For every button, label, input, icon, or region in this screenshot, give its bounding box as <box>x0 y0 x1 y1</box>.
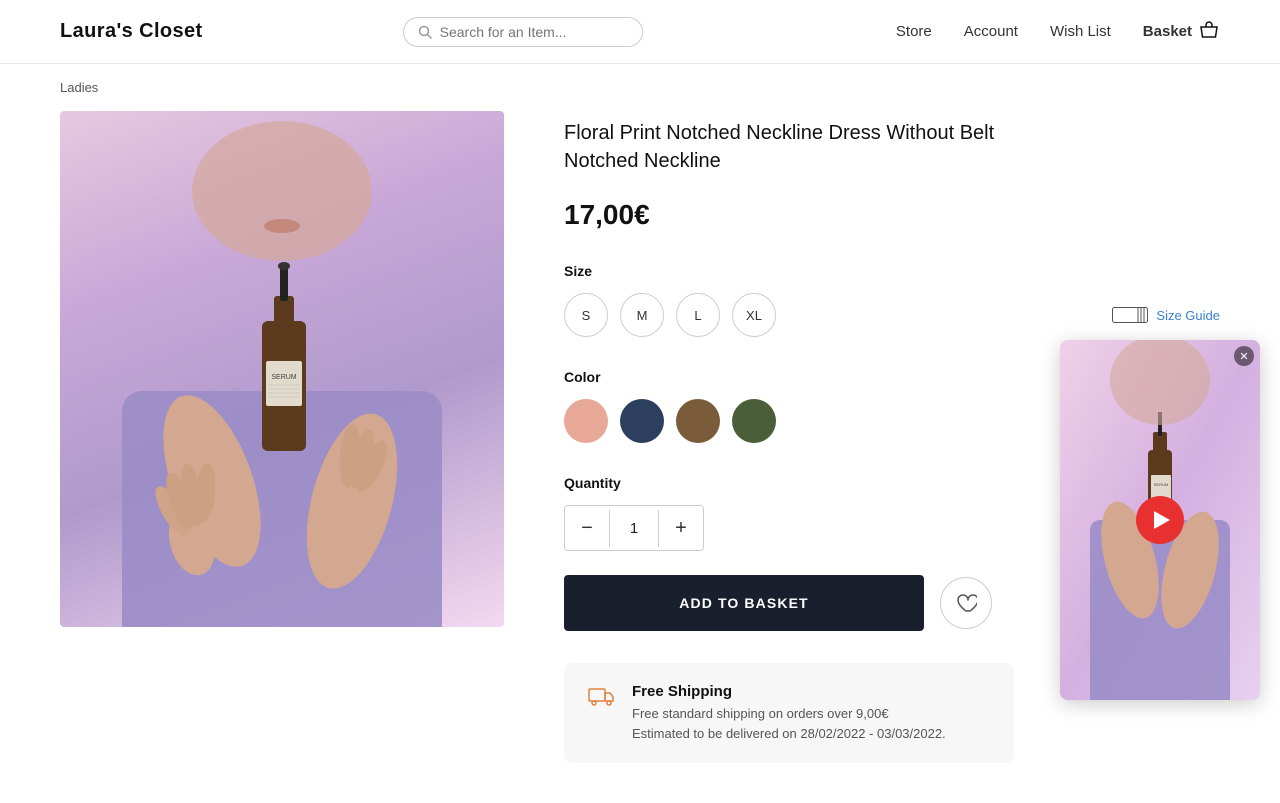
play-triangle-icon <box>1154 511 1170 529</box>
size-guide-area: Size Guide <box>1112 307 1220 323</box>
shipping-title: Free Shipping <box>632 683 946 700</box>
shipping-info: Free Shipping Free standard shipping on … <box>564 663 1014 763</box>
size-options: S M L XL Size Guide <box>564 293 1220 337</box>
video-overlay: SERUM ✕ <box>1060 340 1260 700</box>
heart-icon <box>955 593 977 613</box>
svg-text:SERUM: SERUM <box>1154 482 1168 487</box>
color-swatch-dark-green[interactable] <box>732 399 776 443</box>
size-label: Size <box>564 263 1220 279</box>
truck-icon <box>588 685 616 707</box>
ruler-icon <box>1112 307 1148 323</box>
quantity-decrease-btn[interactable]: − <box>565 506 609 550</box>
product-price: 17,00€ <box>564 199 1220 231</box>
header: Laura's Closet Store Account Wish List B… <box>0 0 1280 64</box>
breadcrumb: Ladies <box>0 64 1280 111</box>
product-image-container: SERUM <box>60 111 504 763</box>
main-nav: Store Account Wish List Basket <box>896 21 1220 43</box>
nav-wish-list[interactable]: Wish List <box>1050 23 1111 40</box>
nav-store[interactable]: Store <box>896 23 932 40</box>
nav-basket[interactable]: Basket <box>1143 21 1220 43</box>
shipping-description: Free standard shipping on orders over 9,… <box>632 704 946 743</box>
search-input[interactable] <box>440 24 628 40</box>
shipping-text: Free Shipping Free standard shipping on … <box>632 683 946 743</box>
size-btn-xl[interactable]: XL <box>732 293 776 337</box>
search-bar[interactable] <box>403 17 643 47</box>
logo: Laura's Closet <box>60 20 203 43</box>
quantity-display: 1 <box>609 510 659 547</box>
search-icon <box>418 25 432 39</box>
product-illustration: SERUM <box>60 111 504 627</box>
quantity-controls: − 1 + <box>564 505 704 551</box>
nav-account[interactable]: Account <box>964 23 1018 40</box>
size-btn-s[interactable]: S <box>564 293 608 337</box>
size-guide-link[interactable]: Size Guide <box>1156 308 1220 323</box>
basket-icon <box>1198 21 1220 43</box>
size-btn-m[interactable]: M <box>620 293 664 337</box>
svg-text:SERUM: SERUM <box>271 374 296 381</box>
color-swatch-brown[interactable] <box>676 399 720 443</box>
wishlist-button[interactable] <box>940 577 992 629</box>
video-play-button[interactable] <box>1136 496 1184 544</box>
size-btn-l[interactable]: L <box>676 293 720 337</box>
quantity-increase-btn[interactable]: + <box>659 506 703 550</box>
product-image: SERUM <box>60 111 504 627</box>
product-title: Floral Print Notched Neckline Dress With… <box>564 119 1024 175</box>
video-close-btn[interactable]: ✕ <box>1234 346 1254 366</box>
color-swatch-peach[interactable] <box>564 399 608 443</box>
add-to-basket-button[interactable]: ADD TO BASKET <box>564 575 924 631</box>
color-swatch-navy[interactable] <box>620 399 664 443</box>
